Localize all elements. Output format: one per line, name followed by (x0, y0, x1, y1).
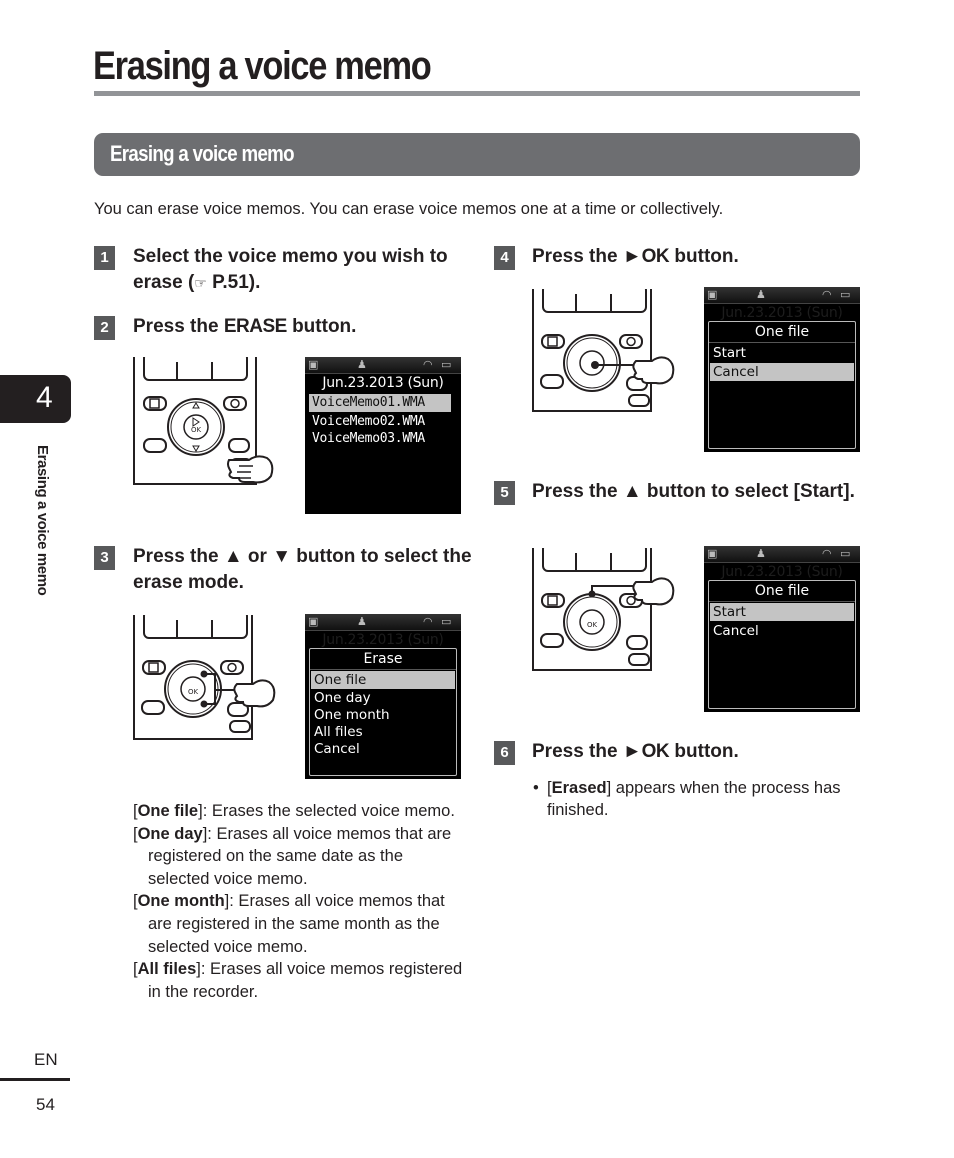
ok-label: OK (188, 688, 199, 696)
pointing-hand-icon (227, 455, 274, 484)
menu-option[interactable]: One month (311, 706, 455, 724)
status-bar: ▣ ♟ ◠ ▭ (704, 546, 860, 563)
mode-description: [One day]: Erases all voice memos that a… (133, 824, 452, 888)
step-text: Press the ►OK button. (532, 741, 739, 762)
pointing-hand-icon (630, 356, 675, 385)
status-bar: ▣ ♟ ◠ ▭ (704, 287, 860, 304)
battery-icon: ▭ (441, 358, 452, 371)
start-key-label: Start (799, 481, 844, 502)
play-icon: ► (622, 246, 642, 267)
status-bar: ▣ ♟ ◠ ▭ (305, 614, 461, 631)
start-option[interactable]: Start (710, 603, 854, 621)
menu-option[interactable]: All files (311, 723, 455, 741)
down-arrow-icon: ▼ (272, 546, 292, 567)
step-number: 1 (94, 246, 115, 270)
file-item[interactable]: VoiceMemo02.WMA (309, 413, 451, 431)
screen-confirm-cancel: ▣ ♟ ◠ ▭ Jun.23.2013 (Sun) One file Start… (704, 287, 860, 452)
reference-hand-icon: ☞ (194, 275, 207, 291)
mode-description: [One month]: Erases all voice memos that… (133, 892, 445, 956)
chapter-number: 4 (36, 381, 53, 414)
battery-icon: ▭ (840, 547, 851, 560)
section-heading: Erasing a voice memo (110, 141, 295, 166)
screen-date: Jun.23.2013 (Sun) (721, 305, 843, 321)
screen-confirm-start: ▣ ♟ ◠ ▭ Jun.23.2013 (Sun) One file Start… (704, 546, 860, 712)
play-icon: ► (622, 741, 642, 762)
dialog-title: Erase (310, 651, 456, 670)
menu-option[interactable]: One day (311, 689, 455, 707)
erase-mode-descriptions: [One file]: Erases the selected voice me… (133, 800, 468, 1003)
section-heading-bar: Erasing a voice memo (94, 133, 860, 176)
file-item[interactable]: VoiceMemo01.WMA (309, 394, 451, 412)
erase-dialog: Erase One file One day One month All fil… (309, 648, 457, 776)
page-number: 54 (36, 1095, 55, 1114)
sidebar-section-title: Erasing a voice memo (34, 445, 51, 596)
footer-rule (0, 1078, 70, 1081)
mode-description: [All files]: Erases all voice memos regi… (133, 960, 463, 1001)
recorder-buttons-drawing (540, 289, 650, 407)
screen-date: Jun.23.2013 (Sun) (721, 564, 843, 580)
alarm-bell-icon: ♟ (357, 358, 367, 371)
intro-text: You can erase voice memos. You can erase… (94, 200, 724, 218)
file-item[interactable]: VoiceMemo03.WMA (309, 430, 451, 448)
screen-date: Jun.23.2013 (Sun) (322, 632, 444, 648)
erase-key-label: ERASE (223, 316, 287, 337)
step-text: Press the ERASE button. (133, 316, 357, 337)
mode-description: [One file]: Erases the selected voice me… (133, 802, 455, 820)
step-number: 4 (494, 246, 515, 270)
wireless-icon: ◠ (423, 615, 433, 628)
alarm-bell-icon: ♟ (756, 288, 766, 301)
cancel-option[interactable]: Cancel (710, 363, 854, 381)
alarm-bell-icon: ♟ (357, 615, 367, 628)
language-label: EN (34, 1050, 58, 1069)
step-text: Press the ▲ or ▼ button to select the er… (133, 546, 472, 593)
step-number: 6 (494, 741, 515, 765)
step-6-note: • [Erased] appears when the process has f… (533, 779, 841, 819)
step-text: Press the ►OK button. (532, 246, 739, 267)
ok-label: OK (587, 621, 598, 629)
page-title: Erasing a voice memo (93, 44, 432, 88)
menu-option[interactable]: Cancel (311, 740, 455, 758)
dialog-title: One file (709, 583, 855, 602)
up-arrow-icon: ▲ (223, 546, 243, 567)
memory-in-icon: ▣ (308, 615, 319, 628)
battery-icon: ▭ (840, 288, 851, 301)
status-bar: ▣ ♟ ◠ ▭ (305, 357, 461, 374)
battery-icon: ▭ (441, 615, 452, 628)
step-number: 5 (494, 481, 515, 505)
ok-label: OK (191, 426, 202, 434)
pointing-hand-icon (632, 577, 675, 606)
dialog-title: One file (709, 324, 855, 343)
bullet-icon: • (533, 779, 539, 797)
recorder-illustration (532, 289, 652, 412)
confirm-dialog: One file Start Cancel (708, 580, 856, 709)
chapter-tab: 4 (0, 375, 71, 423)
wireless-icon: ◠ (423, 358, 433, 371)
ok-key-label: OK (641, 246, 670, 267)
memory-in-icon: ▣ (707, 288, 718, 301)
pointing-hand-icon (202, 673, 276, 708)
screen-date: Jun.23.2013 (Sun) (322, 375, 444, 391)
screen-erase-menu: ▣ ♟ ◠ ▭ Jun.23.2013 (Sun) Erase One file… (305, 614, 461, 779)
screen-file-list: ▣ ♟ ◠ ▭ Jun.23.2013 (Sun) VoiceMemo01.WM… (305, 357, 461, 514)
alarm-bell-icon: ♟ (756, 547, 766, 560)
wireless-icon: ◠ (822, 547, 832, 560)
step-number: 3 (94, 546, 115, 570)
menu-option[interactable]: One file (311, 671, 455, 689)
page-reference-link[interactable]: P.51). (207, 272, 260, 293)
ok-key-label: OK (641, 741, 670, 762)
confirm-dialog: One file Start Cancel (708, 321, 856, 449)
cancel-option[interactable]: Cancel (710, 622, 854, 640)
step-number: 2 (94, 316, 115, 340)
title-rule (94, 91, 860, 96)
step-text: Press the ▲ button to select [Start]. (532, 481, 855, 502)
start-option[interactable]: Start (710, 344, 854, 362)
up-arrow-icon: ▲ (622, 481, 642, 502)
memory-in-icon: ▣ (707, 547, 718, 560)
wireless-icon: ◠ (822, 288, 832, 301)
step-text: Select the voice memo you wish to erase … (133, 246, 448, 293)
memory-in-icon: ▣ (308, 358, 319, 371)
